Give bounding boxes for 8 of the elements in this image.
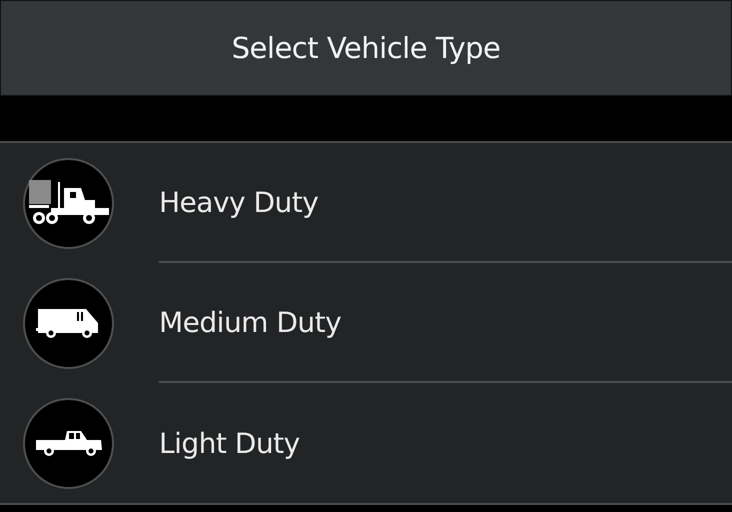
option-label: Light Duty bbox=[159, 426, 300, 460]
pickup-truck-icon bbox=[34, 430, 102, 458]
screen-title: Select Vehicle Type bbox=[232, 31, 500, 65]
vehicle-option[interactable]: Light Duty bbox=[0, 383, 732, 503]
vehicle-option[interactable]: Heavy Duty bbox=[0, 143, 732, 263]
option-label: Heavy Duty bbox=[159, 186, 318, 218]
option-label: Medium Duty bbox=[159, 306, 342, 338]
vehicle-option[interactable]: Medium Duty bbox=[0, 263, 732, 383]
